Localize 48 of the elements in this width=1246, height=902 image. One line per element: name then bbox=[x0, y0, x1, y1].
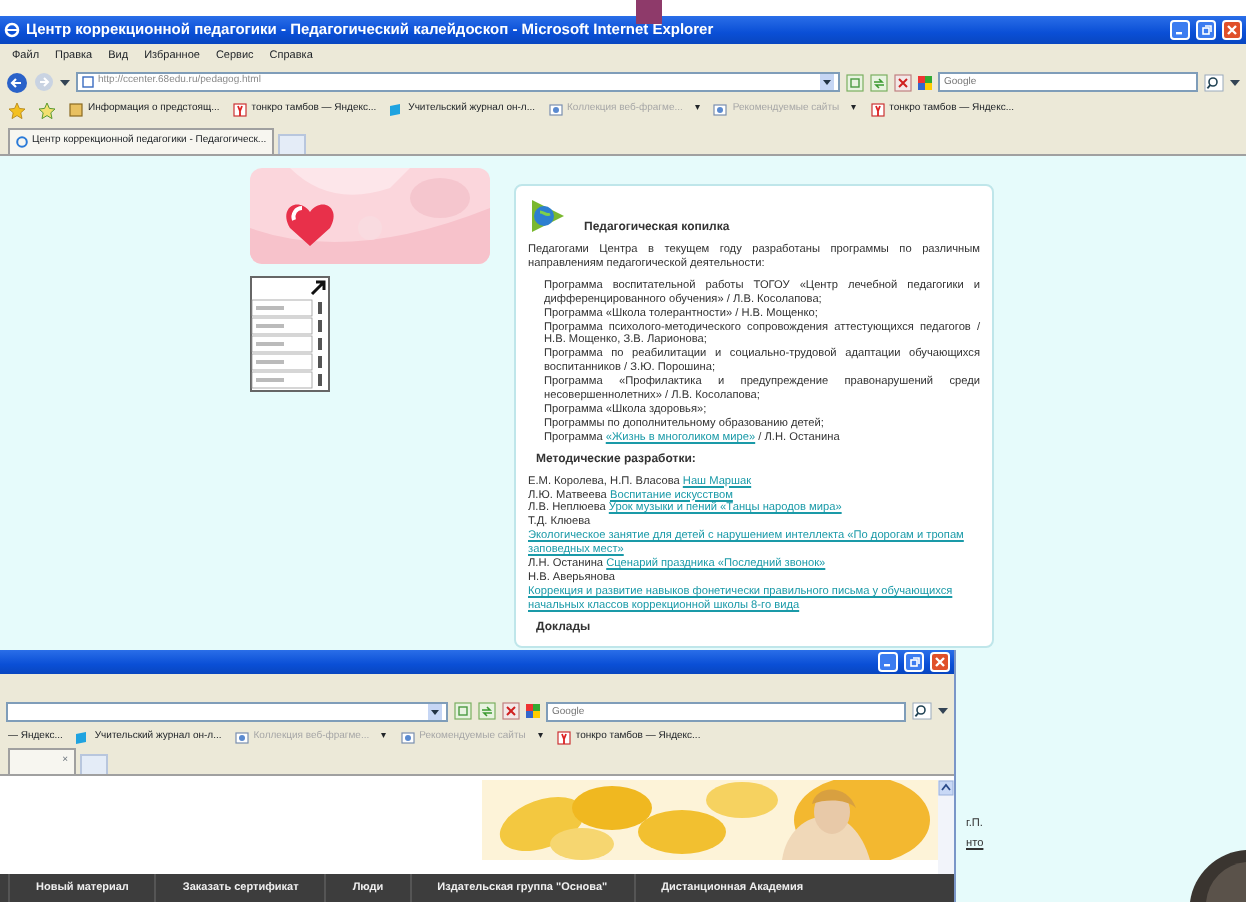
address-field[interactable] bbox=[6, 701, 448, 722]
refresh-icon[interactable] bbox=[870, 73, 888, 91]
page-icon[interactable] bbox=[233, 729, 250, 746]
restore-icon bbox=[908, 656, 920, 668]
dropdown-icon[interactable] bbox=[1230, 77, 1240, 87]
search-button[interactable] bbox=[1204, 73, 1224, 91]
restore-button[interactable] bbox=[904, 652, 924, 672]
search-button[interactable] bbox=[912, 702, 932, 721]
compatibility-icon[interactable] bbox=[846, 73, 864, 91]
add-favorite-icon[interactable] bbox=[38, 101, 56, 119]
letter-icon[interactable] bbox=[869, 102, 886, 118]
browser-icon bbox=[16, 136, 28, 148]
search-engine-icon bbox=[918, 75, 932, 89]
back-button[interactable] bbox=[6, 71, 28, 93]
minimize-button[interactable] bbox=[1170, 20, 1190, 40]
globe-icon bbox=[528, 196, 568, 236]
stop-icon[interactable] bbox=[894, 73, 912, 91]
dropdown-icon[interactable] bbox=[938, 706, 948, 717]
scrollbar[interactable] bbox=[938, 780, 954, 874]
letter-icon[interactable] bbox=[231, 102, 248, 118]
page-icon[interactable] bbox=[399, 729, 416, 746]
close-icon bbox=[934, 656, 946, 668]
letter-icon[interactable] bbox=[555, 729, 572, 746]
round-object-drawing bbox=[1190, 850, 1246, 902]
browser-icon bbox=[4, 22, 20, 38]
back-arrow-icon bbox=[6, 71, 28, 93]
stop-icon[interactable] bbox=[502, 702, 520, 721]
close-button[interactable] bbox=[1222, 20, 1242, 40]
forward-arrow-icon bbox=[34, 72, 54, 92]
search-icon bbox=[1204, 73, 1224, 91]
decor-square bbox=[636, 0, 662, 24]
close-icon bbox=[1226, 24, 1238, 36]
minimize-button[interactable] bbox=[878, 652, 898, 672]
counter-widget-drawing bbox=[250, 276, 330, 392]
compatibility-icon[interactable] bbox=[454, 702, 472, 721]
close-button[interactable] bbox=[930, 652, 950, 672]
page-icon[interactable] bbox=[712, 102, 729, 118]
restore-button[interactable] bbox=[1196, 20, 1216, 40]
search-engine-icon bbox=[526, 704, 540, 719]
dropdown-icon[interactable] bbox=[60, 77, 70, 87]
dropdown-icon[interactable] bbox=[428, 703, 442, 720]
star-icon[interactable] bbox=[8, 101, 26, 119]
restore-icon bbox=[1200, 24, 1212, 36]
page-icon[interactable] bbox=[547, 102, 564, 118]
refresh-icon[interactable] bbox=[478, 702, 496, 721]
page-icon bbox=[82, 76, 94, 88]
search-icon bbox=[912, 702, 932, 721]
dropdown-icon[interactable] bbox=[820, 74, 834, 90]
